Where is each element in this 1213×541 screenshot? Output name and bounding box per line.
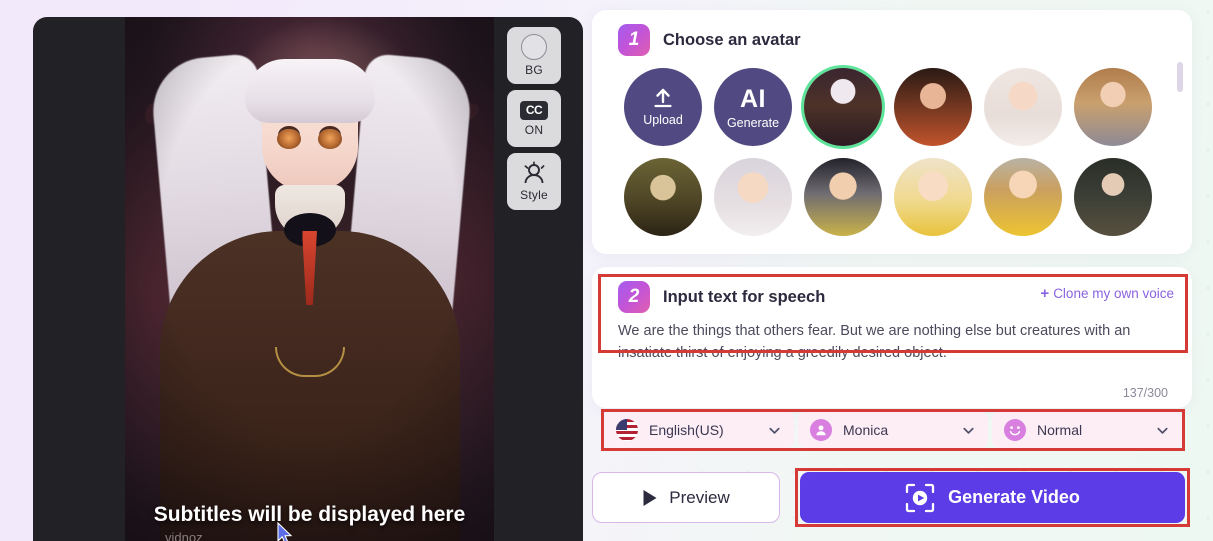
clone-link-label: Clone my own voice bbox=[1053, 286, 1174, 301]
avatar-option-cartoon-boy-dark-hair[interactable] bbox=[804, 158, 882, 236]
video-vignette bbox=[125, 17, 494, 541]
avatar-option-woman-long-blonde-hair[interactable] bbox=[1074, 68, 1152, 146]
video-stage: vidnoz Subtitles will be displayed here bbox=[125, 17, 494, 541]
us-flag-icon bbox=[616, 419, 638, 441]
avatar-option-cartoon-boy-yellow-hoodie[interactable] bbox=[984, 158, 1062, 236]
avatar-video-preview: vidnoz Subtitles will be displayed here … bbox=[33, 17, 583, 541]
avatar-cell bbox=[888, 68, 978, 148]
plus-icon: + bbox=[1040, 285, 1050, 302]
avatar-cell bbox=[1068, 158, 1158, 238]
step-2-badge: 2 bbox=[618, 281, 650, 313]
avatar-option-woman-orange-dress[interactable] bbox=[894, 68, 972, 146]
chevron-down-icon bbox=[963, 427, 974, 434]
avatar-option-cartoon-man-white-shirt[interactable] bbox=[984, 68, 1062, 146]
avatar-cell bbox=[1068, 68, 1158, 148]
chevron-down-icon bbox=[769, 427, 780, 434]
avatar-cell bbox=[798, 158, 888, 238]
language-dropdown[interactable]: English(US) bbox=[604, 412, 794, 448]
language-value: English(US) bbox=[649, 422, 724, 438]
bg-button[interactable]: BG bbox=[507, 27, 561, 84]
generate-video-label: Generate Video bbox=[948, 487, 1080, 507]
bg-button-label: BG bbox=[525, 63, 543, 77]
avatar-option-cartoon-woman-bun[interactable] bbox=[714, 158, 792, 236]
avatar-cell: AI Generate bbox=[708, 68, 798, 148]
video-control-stack: BG CC ON Style bbox=[507, 27, 561, 210]
avatar-section-title: Choose an avatar bbox=[663, 30, 801, 49]
generate-video-button[interactable]: Generate Video bbox=[800, 472, 1185, 523]
chevron-down-icon bbox=[1157, 427, 1168, 434]
cc-toggle-button[interactable]: CC ON bbox=[507, 90, 561, 147]
avatar-cell bbox=[978, 158, 1068, 238]
cc-icon: CC bbox=[520, 100, 548, 120]
play-icon bbox=[643, 489, 657, 506]
avatar-cell bbox=[708, 158, 798, 238]
style-button[interactable]: Style bbox=[507, 153, 561, 210]
avatar-action-label: Upload bbox=[643, 113, 683, 127]
ai-text-icon: AI bbox=[740, 84, 766, 113]
avatar-scrollbar-track[interactable] bbox=[1177, 62, 1183, 244]
preview-button-label: Preview bbox=[669, 487, 730, 507]
input-text-card: 2 Input text for speech + Clone my own v… bbox=[592, 267, 1192, 408]
preview-button[interactable]: Preview bbox=[592, 472, 780, 523]
voice-settings-row: English(US) Monica Normal bbox=[604, 412, 1182, 448]
style-value: Normal bbox=[1037, 422, 1083, 438]
avatar-cell: Upload bbox=[618, 68, 708, 148]
video-watermark: vidnoz bbox=[165, 530, 203, 541]
style-button-label: Style bbox=[520, 188, 548, 202]
style-dropdown[interactable]: Normal bbox=[992, 412, 1182, 448]
person-avatar-icon bbox=[810, 419, 832, 441]
choose-avatar-card: 1 Choose an avatar Upload AI Generate bbox=[592, 10, 1192, 254]
subtitle-overlay-text: Subtitles will be displayed here bbox=[153, 503, 466, 526]
mouse-cursor bbox=[277, 522, 293, 541]
speech-text-input[interactable]: We are the things that others fear. But … bbox=[618, 321, 1166, 365]
avatar-cell bbox=[618, 158, 708, 238]
upload-arrow-icon bbox=[654, 88, 672, 108]
avatar-option-upload[interactable]: Upload bbox=[624, 68, 702, 146]
avatar-option-ai-generate[interactable]: AI Generate bbox=[714, 68, 792, 146]
avatar-grid: Upload AI Generate bbox=[618, 68, 1170, 238]
avatar-option-mona-lisa[interactable] bbox=[624, 158, 702, 236]
avatar-option-anime-girl[interactable] bbox=[804, 68, 882, 146]
avatar-cell bbox=[978, 68, 1068, 148]
cc-state-label: ON bbox=[524, 122, 544, 137]
avatar-step-header: 1 Choose an avatar bbox=[592, 10, 1192, 56]
character-counter: 137/300 bbox=[1122, 386, 1168, 400]
voice-value: Monica bbox=[843, 422, 889, 438]
smiley-icon bbox=[1004, 419, 1026, 441]
clone-my-own-voice-link[interactable]: + Clone my own voice bbox=[1040, 285, 1174, 302]
video-capture-icon bbox=[905, 483, 935, 512]
step-1-badge: 1 bbox=[618, 24, 650, 56]
avatar-option-cartoon-girl-yellow[interactable] bbox=[894, 158, 972, 236]
avatar-option-einstein[interactable] bbox=[1074, 158, 1152, 236]
avatar-scrollbar-thumb[interactable] bbox=[1177, 62, 1183, 92]
avatar-cell bbox=[888, 158, 978, 238]
person-style-icon bbox=[524, 161, 545, 184]
voice-dropdown[interactable]: Monica bbox=[798, 412, 988, 448]
circle-icon bbox=[521, 34, 547, 60]
avatar-action-label: Generate bbox=[726, 115, 780, 130]
speech-section-title: Input text for speech bbox=[663, 287, 826, 306]
avatar-cell bbox=[798, 68, 888, 148]
